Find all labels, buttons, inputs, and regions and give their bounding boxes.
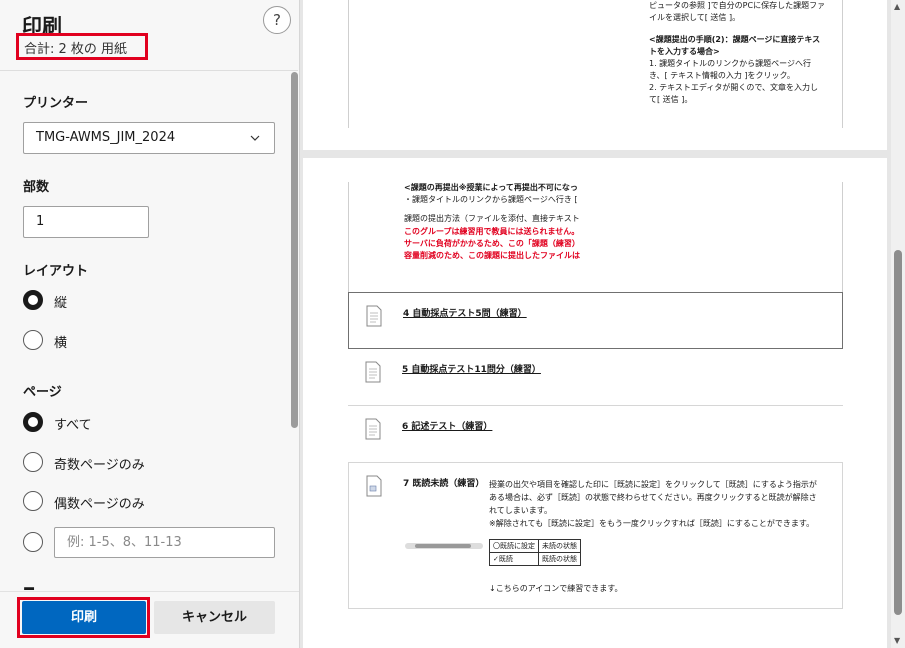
item-title: 6 記述テスト（練習） — [402, 422, 493, 432]
odd-pages-label: 奇数ページのみ — [54, 458, 145, 473]
text-line: 1. 課題タイトルのリンクから課題ページへ行 — [649, 59, 812, 68]
cancel-button[interactable]: キャンセル — [154, 601, 275, 634]
text-line: 2. テキストエディタが開くので、文章を入力し — [649, 83, 819, 92]
radio-custom-pages[interactable] — [23, 532, 43, 552]
text-line: <課題提出の手順(2)：課題ページに直接テキス — [649, 35, 821, 44]
printer-value: TMG-AWMS_JIM_2024 — [36, 130, 176, 145]
footer-note: ↓こちらのアイコンで練習できます。 — [489, 584, 623, 593]
list-item[interactable]: 6 記述テスト（練習） — [348, 406, 843, 463]
document-icon — [366, 475, 382, 497]
status-table: 〇既読に設定 未読の状態 ✓既読 既読の状態 — [489, 539, 581, 566]
layout-label: レイアウト — [23, 264, 89, 279]
preview-page-2: <課題の再提出※授業によって再提出不可になっ ・課題タイトルのリンクから課題ペー… — [303, 158, 887, 648]
text-line: ・課題タイトルのリンクから課題ページへ行き [ — [404, 195, 578, 204]
text-line: トを入力する場合> — [649, 47, 720, 56]
text-line: <課題の再提出※授業によって再提出不可になっ — [404, 183, 578, 192]
list-item[interactable]: 5 自動採点テスト11問分（練習） — [348, 349, 843, 406]
desc-line: 授業の出欠や項目を確認した印に［既読に設定］をクリックして［既読］にするよう指示… — [489, 480, 817, 489]
page-margin-line — [348, 182, 349, 292]
desc-line: れてしまいます。 — [489, 506, 552, 515]
print-button[interactable]: 印刷 — [22, 601, 146, 634]
radio-landscape[interactable] — [23, 330, 43, 350]
pages-label: ページ — [23, 385, 62, 400]
mini-scrollbar — [405, 543, 483, 549]
text-line: このグループは練習用で教員には送られません。 — [404, 227, 580, 236]
printer-label: プリンター — [23, 96, 89, 111]
printer-select[interactable]: TMG-AWMS_JIM_2024 — [23, 122, 275, 154]
all-pages-label: すべて — [54, 418, 92, 433]
text-line: サーバに負荷がかかるため、この「課題（練習） — [404, 239, 580, 248]
page-margin-line — [842, 0, 843, 128]
copies-label: 部数 — [23, 180, 50, 195]
even-pages-label: 偶数ページのみ — [54, 497, 145, 512]
scroll-down-icon[interactable]: ▼ — [894, 636, 900, 645]
radio-all-pages[interactable] — [23, 412, 43, 432]
radio-portrait[interactable] — [23, 290, 43, 310]
item-title: 5 自動採点テスト11問分（練習） — [402, 365, 541, 375]
document-icon — [365, 361, 381, 383]
preview-scroll-thumb[interactable] — [894, 250, 902, 615]
page-margin-line — [348, 0, 349, 128]
clipped-section-label: ▬ — [23, 582, 36, 590]
list-item[interactable]: 4 自動採点テスト5問（練習） — [348, 292, 843, 349]
text-line: ピュータの参照 ]で自分のPCに保存した課題ファ — [649, 1, 826, 10]
text-line: き、[ テキスト情報の入力 ]をクリック。 — [649, 71, 795, 80]
panel-scrollbar[interactable] — [291, 72, 298, 428]
text-line: 容量削減のため、この課題に提出したファイルは — [404, 251, 580, 260]
desc-line: ある場合は、必ず［既読］の状態で終わらせてください。再度クリックすると既読が解除… — [489, 493, 817, 502]
item-title: 7 既読未読（練習） — [403, 479, 485, 489]
radio-even-pages[interactable] — [23, 491, 43, 511]
chevron-down-icon — [250, 135, 260, 141]
text-line: て[ 送信 ]。 — [649, 95, 693, 104]
page-range-input[interactable]: 例: 1-5、8、11-13 — [54, 527, 275, 558]
print-settings-panel: 印刷 ? 合計: 2 枚の 用紙 プリンター TMG-AWMS_JIM_2024… — [0, 0, 300, 648]
page-margin-line — [842, 182, 843, 292]
list-item[interactable]: 7 既読未読（練習） 授業の出欠や項目を確認した印に［既読に設定］をクリックして… — [348, 463, 843, 609]
scroll-up-icon[interactable]: ▲ — [894, 2, 900, 11]
radio-odd-pages[interactable] — [23, 452, 43, 472]
item-title: 4 自動採点テスト5問（練習） — [403, 309, 527, 319]
divider — [0, 70, 298, 71]
text-line: イルを選択して[ 送信 ]。 — [649, 13, 741, 22]
print-preview: ピュータの参照 ]で自分のPCに保存した課題ファ イルを選択して[ 送信 ]。 … — [300, 0, 891, 648]
document-icon — [366, 305, 382, 327]
preview-scrollbar[interactable]: ▲ ▼ — [891, 0, 905, 648]
portrait-label: 縦 — [54, 296, 68, 311]
sheet-count: 合計: 2 枚の 用紙 — [24, 42, 128, 57]
document-icon — [365, 418, 381, 440]
preview-page-1: ピュータの参照 ]で自分のPCに保存した課題ファ イルを選択して[ 送信 ]。 … — [303, 0, 887, 150]
landscape-label: 横 — [54, 336, 68, 351]
desc-line: ※解除されても［既読に設定］をもう一度クリックすれば［既読］にすることができます… — [489, 519, 815, 528]
copies-input[interactable]: 1 — [23, 206, 149, 238]
text-line: 課題の提出方法（ファイルを添付、直接テキスト — [404, 214, 580, 223]
help-icon[interactable]: ? — [263, 6, 291, 34]
